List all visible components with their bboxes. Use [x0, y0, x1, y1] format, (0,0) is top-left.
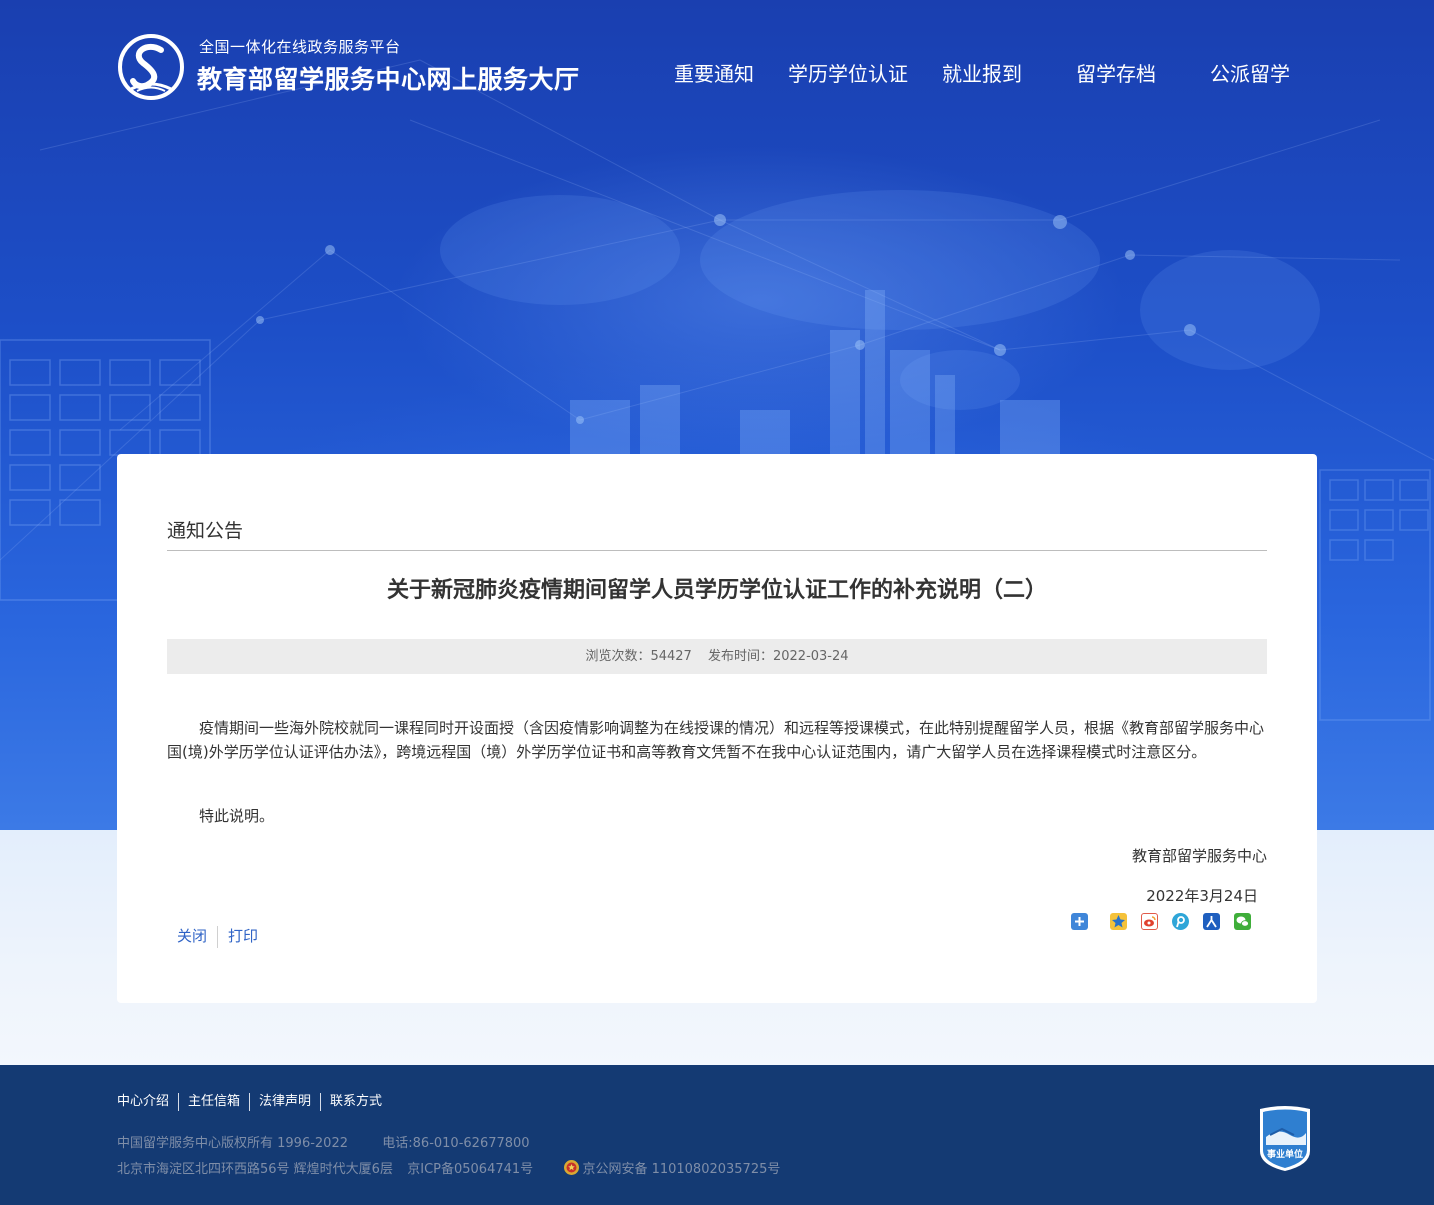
article-paragraph: 疫情期间一些海外院校就同一课程同时开设面授（含因疫情影响调整为在线授课的情况）和…	[167, 719, 1265, 761]
copyright-text: 中国留学服务中心版权所有 1996-2022	[117, 1136, 348, 1151]
renren-icon[interactable]	[1203, 913, 1220, 930]
views-label: 浏览次数：	[585, 649, 651, 664]
action-divider	[217, 925, 219, 948]
add-more-icon[interactable]	[1071, 913, 1088, 930]
police-record-link[interactable]: 京公网安备 11010802035725号	[582, 1162, 780, 1177]
nav-item-employment-report[interactable]: 就业报到	[942, 58, 1022, 87]
publish-date: 发布时间：2022-03-24	[708, 649, 849, 664]
article-title: 关于新冠肺炎疫情期间留学人员学历学位认证工作的补充说明（二）	[386, 578, 1047, 603]
publish-label: 发布时间：	[707, 649, 773, 664]
views-count: 浏览次数：54427	[585, 649, 691, 664]
article-actions: 关闭 打印	[177, 925, 258, 948]
footer-divider	[249, 1092, 251, 1111]
footer: 中心介绍 主任信箱 法律声明 联系方式 中国留学服务中心版权所有 1996-2022 …	[0, 1065, 1434, 1205]
main-nav: 重要通知 学历学位认证 就业报到 留学存档 公派留学	[0, 58, 1434, 88]
publish-value: 2022-03-24	[772, 649, 849, 664]
nav-item-important-notices[interactable]: 重要通知	[674, 58, 754, 87]
footer-copyright-line: 中国留学服务中心版权所有 1996-2022 电话:86-010-6267780…	[117, 1132, 530, 1151]
badge-label: 事业单位	[1267, 1148, 1303, 1159]
signature-date: 2022年3月24日	[1146, 887, 1258, 905]
nav-item-study-archive[interactable]: 留学存档	[1076, 58, 1156, 87]
footer-divider	[320, 1092, 322, 1111]
qzone-icon[interactable]	[1110, 913, 1127, 930]
footer-link-contact[interactable]: 联系方式	[330, 1094, 382, 1109]
footer-links: 中心介绍 主任信箱 法律声明 联系方式	[117, 1090, 382, 1111]
footer-address-line: 北京市海淀区北四环西路56号 辉煌时代大厦6层 京ICP备05064741号 京…	[117, 1158, 780, 1177]
address-text: 北京市海淀区北四环西路56号 辉煌时代大厦6层	[117, 1162, 393, 1177]
nav-item-state-sponsored-study[interactable]: 公派留学	[1210, 58, 1290, 87]
tencent-weibo-icon[interactable]	[1172, 913, 1189, 930]
weibo-icon[interactable]	[1141, 913, 1158, 930]
footer-link-director-mailbox[interactable]: 主任信箱	[188, 1094, 240, 1109]
print-link[interactable]: 打印	[228, 927, 258, 945]
signature-organization: 教育部留学服务中心	[1131, 847, 1267, 865]
section-divider	[167, 550, 1267, 551]
footer-divider	[178, 1092, 180, 1111]
article-paragraph: 特此说明。	[199, 807, 275, 825]
close-link[interactable]: 关闭	[177, 927, 207, 945]
nav-item-degree-certification[interactable]: 学历学位认证	[788, 58, 908, 87]
article-meta: 浏览次数：54427 发布时间：2022-03-24	[167, 639, 1267, 674]
section-title: 通知公告	[167, 520, 244, 542]
phone-text: 电话:86-010-62677800	[382, 1136, 530, 1151]
public-institution-badge-icon[interactable]: 事业单位	[1256, 1105, 1314, 1173]
icp-link[interactable]: 京ICP备05064741号	[407, 1162, 533, 1177]
article-card: 通知公告 关于新冠肺炎疫情期间留学人员学历学位认证工作的补充说明（二） 浏览次数…	[117, 454, 1317, 1003]
footer-link-legal[interactable]: 法律声明	[259, 1094, 311, 1109]
views-value: 54427	[650, 649, 692, 664]
platform-subtitle: 全国一体化在线政务服务平台	[199, 38, 401, 56]
police-badge-icon	[564, 1160, 580, 1175]
footer-link-about[interactable]: 中心介绍	[117, 1094, 169, 1109]
wechat-icon[interactable]	[1234, 913, 1251, 930]
